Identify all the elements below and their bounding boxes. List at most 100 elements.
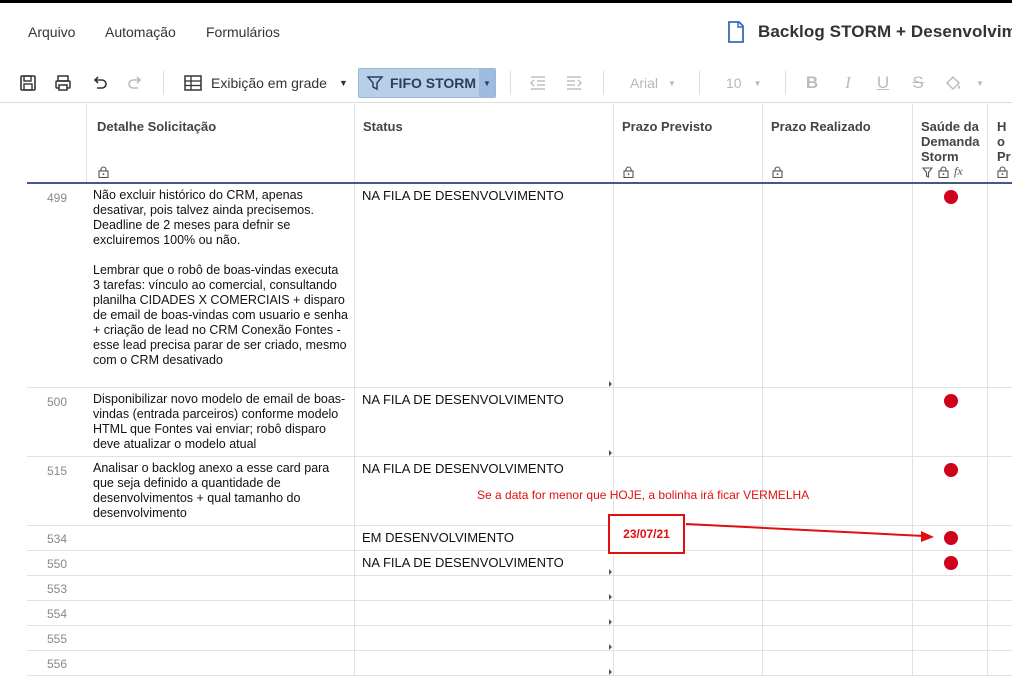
- view-selector[interactable]: Exibição em grade ▼: [184, 68, 350, 98]
- cell-resize-handle: [609, 569, 612, 575]
- save-icon: [20, 75, 36, 91]
- cell-status[interactable]: NA FILA DE DESENVOLVIMENTO: [355, 184, 614, 387]
- cell-detalhe[interactable]: Disponibilizar novo modelo de email de b…: [87, 388, 355, 456]
- row-number: 500: [46, 395, 68, 409]
- cell-status[interactable]: EM DESENVOLVIMENTO: [355, 526, 614, 550]
- column-header-detalhe[interactable]: Detalhe Solicitação: [87, 104, 355, 182]
- cell-status[interactable]: NA FILA DE DESENVOLVIMENTO: [355, 551, 614, 575]
- sheet-icon: [728, 21, 744, 43]
- font-family-select[interactable]: Arial ▼: [622, 68, 684, 98]
- fill-color-button[interactable]: ▼: [944, 68, 988, 98]
- row-number: 550: [46, 557, 68, 571]
- chevron-down-icon: ▼: [976, 78, 984, 88]
- cell-detalhe[interactable]: [87, 551, 355, 575]
- cell-resize-handle: [609, 669, 612, 675]
- column-header-status[interactable]: Status: [355, 104, 614, 182]
- cell-prazo-realizado[interactable]: [763, 601, 913, 625]
- cell-saude[interactable]: [913, 184, 988, 387]
- cell-status[interactable]: [355, 576, 614, 600]
- cell-saude[interactable]: [913, 526, 988, 550]
- cell-saude[interactable]: [913, 626, 988, 650]
- filter-dropdown-caret[interactable]: ▼: [479, 69, 495, 97]
- table-row[interactable]: 550 NA FILA DE DESENVOLVIMENTO: [27, 551, 1012, 576]
- cell-prazo-previsto[interactable]: [614, 626, 763, 650]
- cell-status[interactable]: NA FILA DE DESENVOLVIMENTO: [355, 388, 614, 456]
- cell-detalhe[interactable]: [87, 526, 355, 550]
- underline-icon: U: [876, 73, 890, 92]
- cell-prazo-realizado[interactable]: [763, 626, 913, 650]
- bold-button[interactable]: B: [800, 68, 824, 98]
- chevron-down-icon: ▼: [483, 78, 491, 88]
- cell-prazo-realizado[interactable]: [763, 184, 913, 387]
- cell-detalhe[interactable]: Não excluir histórico do CRM, apenas des…: [87, 184, 355, 387]
- cell-prazo-previsto[interactable]: [614, 601, 763, 625]
- cell-prazo-realizado[interactable]: [763, 651, 913, 675]
- chevron-down-icon: ▼: [753, 78, 762, 88]
- toolbar-separator: [785, 71, 786, 95]
- column-header-prazo-realizado[interactable]: Prazo Realizado: [763, 104, 913, 182]
- table-row[interactable]: 553: [27, 576, 1012, 601]
- column-header-hora[interactable]: Ho Pr: [988, 104, 1012, 182]
- row-number: 515: [46, 464, 68, 478]
- cell-detalhe[interactable]: [87, 601, 355, 625]
- redo-button[interactable]: [123, 68, 147, 98]
- menu-formularios[interactable]: Formulários: [206, 24, 280, 40]
- cell-detalhe[interactable]: [87, 626, 355, 650]
- filter-button[interactable]: FIFO STORM ▼: [358, 68, 496, 98]
- cell-prazo-realizado[interactable]: [763, 551, 913, 575]
- cell-prazo-previsto[interactable]: [614, 388, 763, 456]
- lock-icon: [997, 166, 1008, 178]
- strikethrough-icon: S: [912, 73, 924, 92]
- save-button[interactable]: [16, 68, 40, 98]
- row-number: 553: [46, 582, 68, 596]
- indent-button[interactable]: [562, 68, 586, 98]
- table-row[interactable]: 500 Disponibilizar novo modelo de email …: [27, 388, 1012, 457]
- cell-saude[interactable]: [913, 651, 988, 675]
- print-icon: [55, 75, 71, 91]
- table-row[interactable]: 534 EM DESENVOLVIMENTO: [27, 526, 1012, 551]
- underline-button[interactable]: U: [871, 68, 895, 98]
- highlighted-date-cell[interactable]: 23/07/21: [608, 514, 685, 554]
- cell-detalhe[interactable]: Analisar o backlog anexo a esse card par…: [87, 457, 355, 525]
- column-header-label: Prazo Previsto: [622, 119, 713, 134]
- table-row[interactable]: 555: [27, 626, 1012, 651]
- status-dot-red: [944, 394, 958, 408]
- strikethrough-button[interactable]: S: [906, 68, 930, 98]
- cell-prazo-realizado[interactable]: [763, 526, 913, 550]
- column-header-icons: fx: [922, 164, 963, 179]
- cell-saude[interactable]: [913, 576, 988, 600]
- table-row[interactable]: 556: [27, 651, 1012, 676]
- column-header-saude[interactable]: Saúde da Demanda Storm fx: [913, 104, 988, 182]
- cell-prazo-realizado[interactable]: [763, 388, 913, 456]
- cell-prazo-previsto[interactable]: [614, 651, 763, 675]
- cell-prazo-previsto[interactable]: [614, 576, 763, 600]
- toolbar-separator: [603, 71, 604, 95]
- cell-status[interactable]: [355, 601, 614, 625]
- outdent-button[interactable]: [526, 68, 550, 98]
- cell-prazo-previsto[interactable]: [614, 551, 763, 575]
- column-header-label: Status: [363, 119, 403, 134]
- cell-status[interactable]: [355, 651, 614, 675]
- menu-arquivo[interactable]: Arquivo: [28, 24, 75, 40]
- cell-saude[interactable]: [913, 601, 988, 625]
- cell-status[interactable]: [355, 626, 614, 650]
- status-dot-red: [944, 463, 958, 477]
- status-dot-red: [944, 531, 958, 545]
- undo-button[interactable]: [88, 68, 112, 98]
- cell-saude[interactable]: [913, 457, 988, 525]
- table-row[interactable]: 554: [27, 601, 1012, 626]
- cell-saude[interactable]: [913, 551, 988, 575]
- cell-prazo-realizado[interactable]: [763, 576, 913, 600]
- table-row[interactable]: 499 Não excluir histórico do CRM, apenas…: [27, 184, 1012, 388]
- menu-automacao[interactable]: Automação: [105, 24, 176, 40]
- cell-detalhe[interactable]: [87, 651, 355, 675]
- font-size-select[interactable]: 10 ▼: [718, 68, 768, 98]
- print-button[interactable]: [51, 68, 75, 98]
- column-header-prazo-previsto[interactable]: Prazo Previsto: [614, 104, 763, 182]
- cell-detalhe[interactable]: [87, 576, 355, 600]
- cell-saude[interactable]: [913, 388, 988, 456]
- grid-view-icon: [184, 75, 202, 91]
- cell-prazo-previsto[interactable]: [614, 184, 763, 387]
- italic-button[interactable]: I: [836, 68, 860, 98]
- italic-icon: I: [845, 73, 851, 92]
